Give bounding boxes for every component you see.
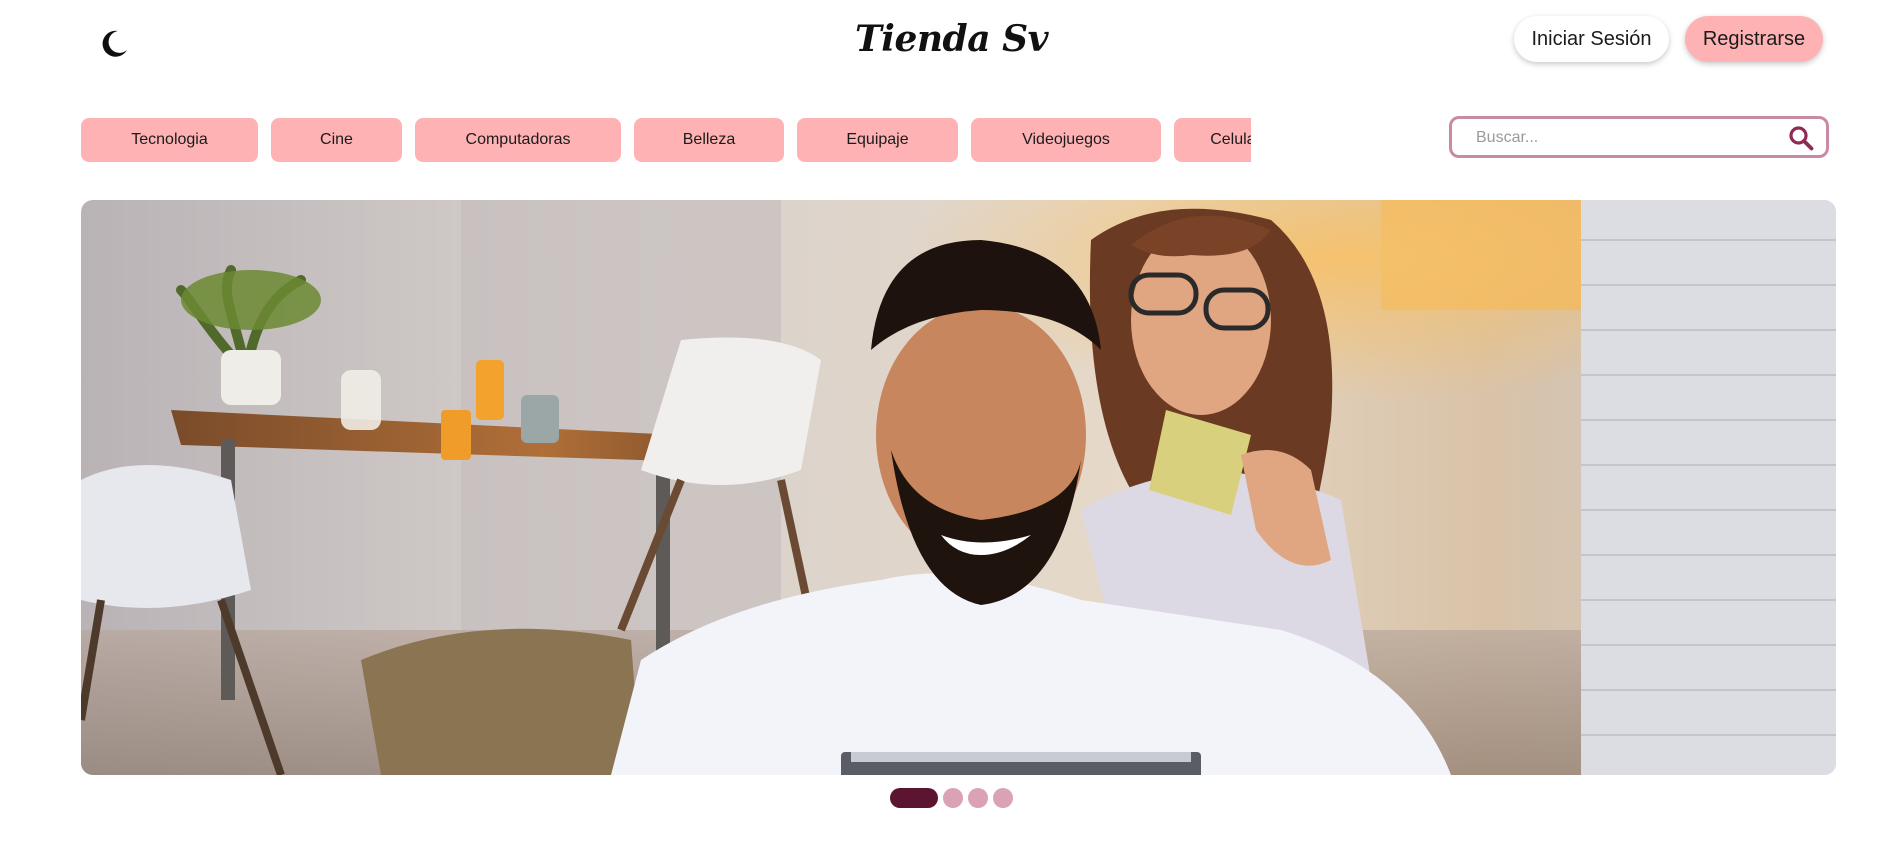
search-input[interactable] [1474,119,1778,157]
search-icon[interactable] [1788,125,1814,151]
carousel-dot-3[interactable] [968,788,988,808]
category-tecnologia[interactable]: Tecnologia [81,118,258,162]
category-cine[interactable]: Cine [271,118,402,162]
category-videojuegos[interactable]: Videojuegos [971,118,1161,162]
carousel-dot-4[interactable] [993,788,1013,808]
carousel-indicators [0,787,1903,809]
category-strip[interactable]: Tecnologia Cine Computadoras Belleza Equ… [81,118,1251,162]
brand-title[interactable]: Tienda Sv [855,18,1049,60]
category-equipaje[interactable]: Equipaje [797,118,958,162]
login-button[interactable]: Iniciar Sesión [1514,16,1669,62]
moon-icon [102,30,127,57]
carousel-dot-2[interactable] [943,788,963,808]
hero-illustration [81,200,1836,775]
register-button[interactable]: Registrarse [1685,16,1823,62]
theme-toggle-button[interactable] [94,24,134,64]
carousel-dot-1[interactable] [890,788,938,808]
hero-banner-image[interactable] [81,200,1836,775]
search-box [1449,116,1829,158]
category-celulares[interactable]: Celulares [1174,118,1251,162]
category-computadoras[interactable]: Computadoras [415,118,621,162]
category-belleza[interactable]: Belleza [634,118,784,162]
